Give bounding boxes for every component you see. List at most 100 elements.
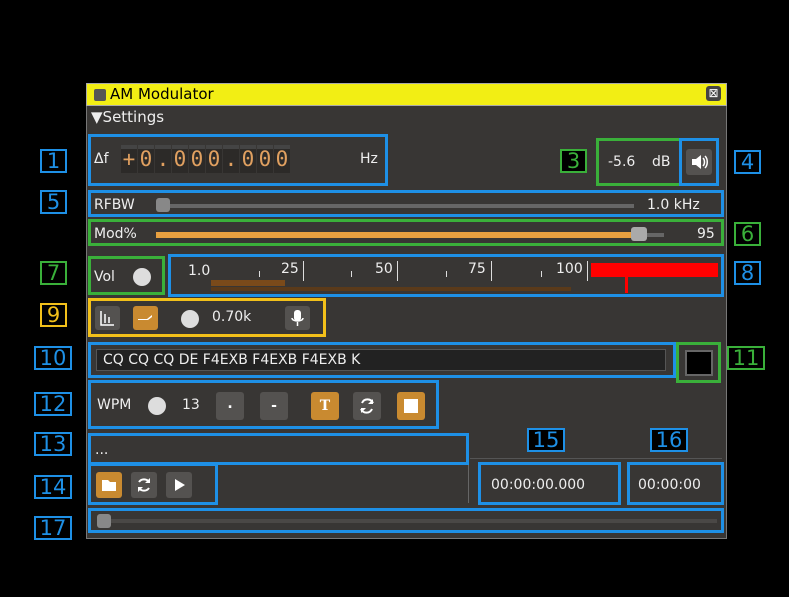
- dash-button[interactable]: -: [260, 392, 288, 420]
- morse-keyer-group: WPM 13 . - T: [88, 380, 439, 429]
- open-file-button[interactable]: [96, 472, 122, 498]
- microphone-icon: [291, 310, 304, 326]
- meter-tick-label: 100: [556, 261, 583, 277]
- wpm-label: WPM: [97, 397, 132, 413]
- meter-tick: [303, 261, 304, 281]
- callout-16: 16: [650, 428, 688, 452]
- meter-minor-tick: [446, 271, 447, 277]
- callout-11: 11: [727, 346, 765, 370]
- wpm-knob[interactable]: [148, 397, 166, 415]
- rfbw-label: RFBW: [94, 197, 135, 213]
- mod-value: 95: [697, 226, 715, 242]
- file-controls-group: [88, 463, 218, 505]
- settings-toggle[interactable]: ▼Settings: [91, 108, 164, 126]
- stop-square-icon: [404, 399, 418, 413]
- mod-label: Mod%: [94, 226, 137, 242]
- callout-13: 13: [34, 432, 72, 456]
- callout-12: 12: [34, 392, 72, 416]
- spectrum-icon: [100, 311, 114, 326]
- rfbw-slider-handle[interactable]: [156, 198, 170, 212]
- callout-15: 15: [527, 428, 565, 452]
- tone-frequency-value: 0.70k: [212, 309, 252, 325]
- meter-tick-label: 1.0: [188, 263, 211, 279]
- callout-14: 14: [34, 475, 72, 499]
- callout-5: 5: [40, 190, 67, 214]
- meter-overload-zone: [591, 263, 718, 277]
- meter-minor-tick: [259, 271, 260, 277]
- loop-button[interactable]: [353, 392, 381, 420]
- morse-key-icon: [138, 315, 152, 320]
- freq-digit[interactable]: 0: [274, 145, 290, 173]
- folder-icon: [102, 480, 116, 491]
- meter-minor-tick: [351, 271, 352, 277]
- speaker-button[interactable]: [686, 149, 712, 175]
- meter-tick-label: 50: [375, 261, 393, 277]
- channel-power-value: -5.6: [608, 154, 636, 170]
- file-name: ...: [95, 442, 109, 458]
- channel-power-unit: dB: [652, 154, 671, 170]
- morse-keyer-button[interactable]: [133, 306, 158, 330]
- file-play-button[interactable]: [166, 472, 192, 498]
- freq-digit[interactable]: 0: [240, 145, 256, 173]
- freq-digit[interactable]: 0: [172, 145, 188, 173]
- file-navigator-track[interactable]: [97, 519, 717, 523]
- rfbw-group: RFBW 1.0 kHz: [88, 190, 724, 217]
- dot-button[interactable]: .: [216, 392, 244, 420]
- play-keyer-button[interactable]: [397, 392, 425, 420]
- loop-icon: [138, 478, 150, 492]
- freq-digit[interactable]: 0: [138, 145, 154, 173]
- channel-power-group: -5.6 dB: [596, 138, 682, 186]
- text-mode-button[interactable]: T: [311, 392, 339, 420]
- tone-frequency-knob[interactable]: [181, 310, 199, 328]
- callout-9: 9: [40, 303, 67, 327]
- meter-tick-label: 25: [281, 261, 299, 277]
- rfbw-slider-track[interactable]: [156, 204, 634, 208]
- file-navigator-group: [88, 508, 724, 533]
- volume-group: Vol: [88, 256, 165, 295]
- morse-text-group: CQ CQ CQ DE F4EXB F4EXB F4EXB K: [88, 342, 676, 378]
- meter-average-trail: [211, 287, 571, 291]
- callout-4: 4: [734, 150, 761, 174]
- sign-digit[interactable]: +: [121, 145, 137, 173]
- file-total-time-group: 00:00:00: [627, 462, 724, 505]
- rfbw-value: 1.0 kHz: [647, 197, 700, 213]
- file-total-time: 00:00:00: [638, 477, 701, 493]
- close-icon[interactable]: ⊠: [706, 86, 721, 101]
- delta-f-label: Δf: [94, 151, 109, 167]
- freq-digit[interactable]: 0: [206, 145, 222, 173]
- file-name-group: ...: [88, 433, 469, 465]
- frequency-dial[interactable]: +0. 0 0 0. 0 0 0: [121, 145, 291, 173]
- file-loop-button[interactable]: [131, 472, 157, 498]
- volume-meter: 1.0 25 50 75 100: [168, 254, 724, 297]
- freq-separator: .: [155, 145, 171, 173]
- microphone-button[interactable]: [285, 306, 310, 330]
- meter-minor-tick: [541, 271, 542, 277]
- mod-slider-handle[interactable]: [631, 227, 647, 241]
- callout-8: 8: [734, 261, 761, 285]
- tone-button[interactable]: [95, 306, 120, 330]
- wpm-value: 13: [182, 397, 200, 413]
- meter-peak-marker: [625, 277, 628, 293]
- channel-mute-group: [679, 138, 719, 186]
- morse-text-input[interactable]: CQ CQ CQ DE F4EXB F4EXB F4EXB K: [96, 349, 666, 371]
- play-icon: [175, 479, 185, 491]
- title-bar[interactable]: AM Modulator ⊠: [86, 83, 727, 106]
- audio-input-group: 0.70k: [88, 298, 326, 337]
- mod-group: Mod% 95: [88, 219, 724, 246]
- mod-slider-fill: [156, 232, 639, 238]
- callout-3: 3: [560, 149, 587, 173]
- file-navigator-handle[interactable]: [97, 514, 111, 528]
- triangle-down-icon: ▼: [91, 108, 103, 126]
- keyer-indicator-group: [676, 342, 721, 383]
- volume-knob[interactable]: [133, 268, 151, 286]
- window-title: AM Modulator: [110, 85, 214, 103]
- freq-digit[interactable]: 0: [189, 145, 205, 173]
- frequency-group: Δf +0. 0 0 0. 0 0 0 Hz: [88, 134, 388, 186]
- keyer-indicator: [685, 350, 713, 376]
- freq-digit[interactable]: 0: [257, 145, 273, 173]
- separator-line: [470, 458, 722, 459]
- settings-label: Settings: [102, 108, 165, 126]
- separator-line: [468, 465, 469, 503]
- window-menu-icon[interactable]: [94, 89, 106, 101]
- meter-average-bar: [211, 280, 285, 286]
